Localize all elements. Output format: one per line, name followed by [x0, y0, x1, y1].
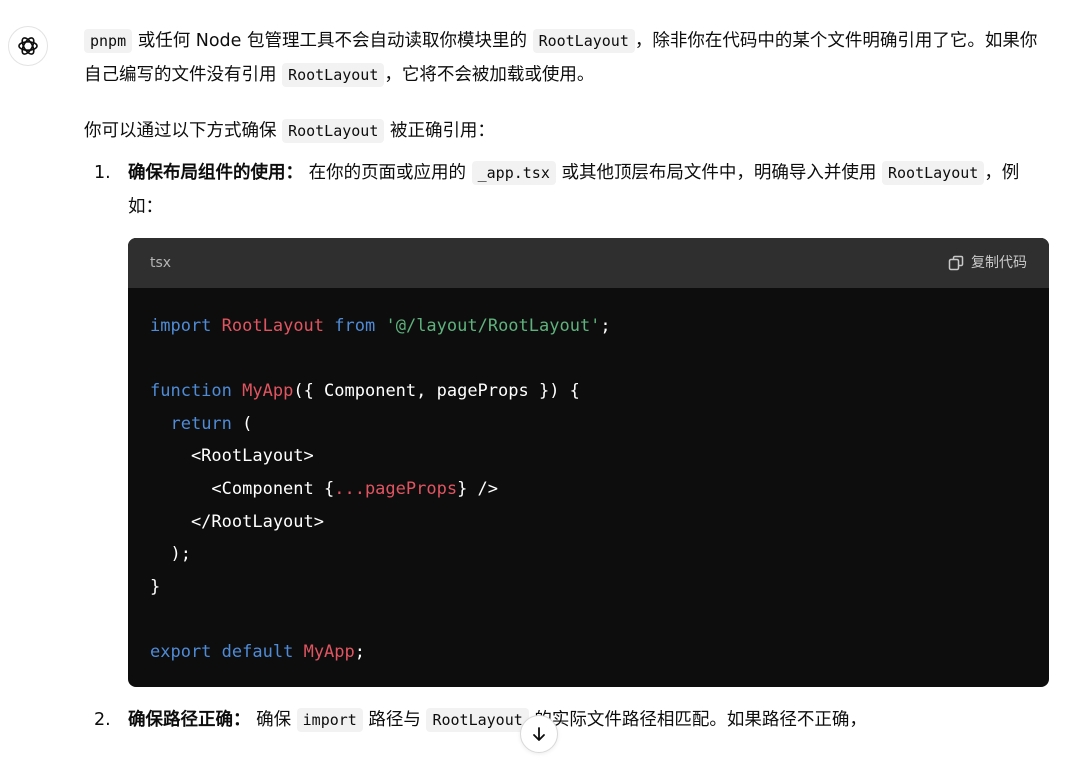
- code-line: );: [150, 538, 1027, 571]
- text-segment: 或任何 Node 包管理工具不会自动读取你模块里的: [132, 31, 533, 51]
- code-token: (: [231, 413, 253, 434]
- text-segment: 确保: [250, 709, 297, 730]
- list-item-text: 确保路径正确： 确保 import 路径与 RootLayout 的实际文件路径…: [128, 707, 867, 732]
- code-token: function: [150, 381, 232, 402]
- code-token: MyApp: [303, 641, 355, 662]
- code-token: </RootLayout>: [150, 511, 324, 532]
- code-line: }: [150, 571, 1027, 604]
- inline-code: RootLayout: [882, 161, 985, 185]
- openai-logo-icon: [18, 37, 38, 55]
- text-segment: 或其他顶层布局文件中，明确导入并使用: [555, 163, 882, 183]
- code-token: );: [150, 544, 191, 565]
- code-line: function MyApp({ Component, pageProps })…: [150, 375, 1027, 408]
- code-block: tsx 复制代码 import RootLayout from '@/layou…: [128, 238, 1049, 687]
- text-segment: ，它将不会被加载或使用。: [384, 65, 595, 85]
- code-token: }: [150, 576, 161, 597]
- code-line: export default MyApp;: [150, 636, 1027, 669]
- code-token: from: [334, 316, 376, 336]
- code-token: import: [150, 316, 212, 336]
- assistant-avatar: [8, 26, 48, 66]
- code-line: <RootLayout>: [150, 440, 1027, 473]
- text-segment: 你可以通过以下方式确保: [84, 121, 283, 141]
- bold-text: 确保路径正确：: [128, 709, 251, 730]
- copy-code-label: 复制代码: [971, 255, 1027, 271]
- inline-code: RootLayout: [532, 29, 635, 53]
- text-segment: 在你的页面或应用的: [303, 163, 472, 183]
- copy-icon: [948, 255, 964, 271]
- list-item: 1. 确保布局组件的使用： 在你的页面或应用的 _app.tsx 或其他顶层布局…: [84, 156, 1054, 687]
- intro-paragraph-2: 你可以通过以下方式确保 RootLayout 被正确引用：: [84, 114, 1054, 148]
- list-number: 1.: [94, 163, 111, 183]
- code-token: ;: [600, 316, 611, 336]
- inline-code: _app.tsx: [471, 161, 556, 185]
- code-token: ({ Component, pageProps }) {: [293, 381, 580, 402]
- code-token: MyApp: [242, 381, 294, 402]
- code-token: <Component {: [150, 478, 335, 499]
- inline-code: RootLayout: [282, 63, 385, 87]
- code-token: export: [150, 641, 212, 662]
- list-number: 2.: [94, 709, 111, 730]
- steps-list: 1. 确保布局组件的使用： 在你的页面或应用的 _app.tsx 或其他顶层布局…: [84, 156, 1054, 737]
- code-line: </RootLayout>: [150, 506, 1027, 539]
- code-language-label: tsx: [150, 255, 172, 271]
- list-item: 2. 确保路径正确： 确保 import 路径与 RootLayout 的实际文…: [84, 703, 1054, 737]
- text-segment: 被正确引用：: [384, 121, 495, 141]
- code-token: ;: [354, 641, 366, 662]
- list-item-text: 确保布局组件的使用： 在你的页面或应用的 _app.tsx 或其他顶层布局文件中…: [128, 161, 1019, 217]
- bold-text: 确保布局组件的使用：: [128, 163, 303, 183]
- code-token: return: [170, 413, 232, 434]
- arrow-down-icon: [533, 727, 545, 741]
- code-line: return (: [150, 408, 1027, 441]
- code-content: import RootLayout from '@/layout/RootLay…: [128, 288, 1049, 687]
- code-line: <Component {...pageProps} />: [150, 473, 1027, 506]
- intro-paragraph-1: pnpm 或任何 Node 包管理工具不会自动读取你模块里的 RootLayou…: [84, 24, 1054, 92]
- code-token: '@/layout/RootLayout': [385, 316, 601, 336]
- code-token: ...pageProps: [334, 478, 458, 499]
- scroll-to-bottom-button[interactable]: [520, 715, 558, 753]
- text-segment: 路径与: [362, 709, 427, 730]
- inline-code: pnpm: [84, 29, 133, 53]
- text-segment: 的实际文件路径相匹配。如果路径不正确，: [528, 709, 867, 730]
- code-token: RootLayout: [221, 316, 325, 336]
- code-line: import RootLayout from '@/layout/RootLay…: [150, 310, 1027, 343]
- code-token: <RootLayout>: [150, 446, 314, 467]
- code-token: } />: [457, 478, 499, 499]
- code-header: tsx 复制代码: [128, 238, 1049, 288]
- inline-code: RootLayout: [282, 119, 385, 143]
- assistant-message: pnpm 或任何 Node 包管理工具不会自动读取你模块里的 RootLayou…: [84, 24, 1054, 737]
- inline-code: RootLayout: [426, 707, 529, 732]
- copy-code-button[interactable]: 复制代码: [947, 246, 1027, 280]
- code-token: default: [221, 641, 294, 662]
- inline-code: import: [296, 707, 363, 732]
